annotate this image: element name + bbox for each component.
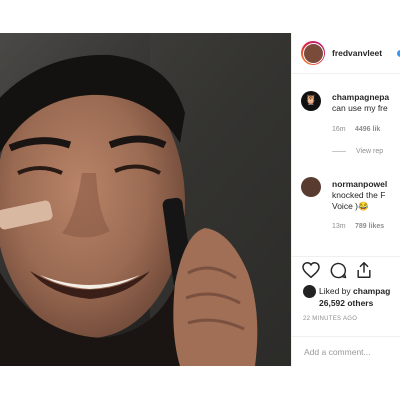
post-photo-image bbox=[0, 33, 291, 366]
liked-by-text[interactable]: Liked by champag bbox=[319, 286, 390, 297]
post-header: fredvanvleet bbox=[292, 33, 400, 74]
share-icon[interactable] bbox=[356, 261, 372, 279]
add-comment-input[interactable]: Add a comment... bbox=[304, 347, 371, 357]
comments-sidebar: fredvanvleet 🦉 champagnepa can use my fr… bbox=[291, 33, 400, 366]
comment-icon[interactable] bbox=[330, 262, 347, 279]
owl-icon[interactable]: 🦉 bbox=[301, 91, 321, 111]
post-photo[interactable] bbox=[0, 33, 291, 366]
comment-username[interactable]: normanpowel bbox=[332, 179, 387, 189]
heart-icon[interactable] bbox=[302, 262, 320, 278]
liker-avatar[interactable] bbox=[303, 285, 316, 298]
author-avatar bbox=[302, 42, 324, 64]
comment-text: can use my fre bbox=[332, 103, 388, 113]
comment-text: knocked the F bbox=[332, 190, 386, 200]
author-username[interactable]: fredvanvleet bbox=[332, 48, 382, 58]
post-time-ago: 22 MINUTES AGO bbox=[303, 316, 358, 322]
comment-likes[interactable]: 789 likes bbox=[355, 223, 384, 230]
add-comment-bar[interactable]: Add a comment... bbox=[292, 336, 400, 366]
commenter-avatar[interactable] bbox=[301, 177, 321, 197]
instagram-post: fredvanvleet 🦉 champagnepa can use my fr… bbox=[0, 33, 400, 366]
comment-time: 16m bbox=[332, 126, 346, 133]
likes-count[interactable]: 26,592 others bbox=[319, 298, 373, 309]
comment-username[interactable]: champagnepa bbox=[332, 92, 389, 102]
view-replies-link[interactable]: View rep bbox=[332, 148, 383, 155]
author-avatar-ring[interactable] bbox=[301, 41, 325, 65]
comment-text-continued: Voice )😂 bbox=[332, 201, 369, 211]
comment-likes[interactable]: 4496 lik bbox=[355, 126, 380, 133]
comment-time: 13m bbox=[332, 223, 346, 230]
actions-divider bbox=[292, 256, 400, 258]
